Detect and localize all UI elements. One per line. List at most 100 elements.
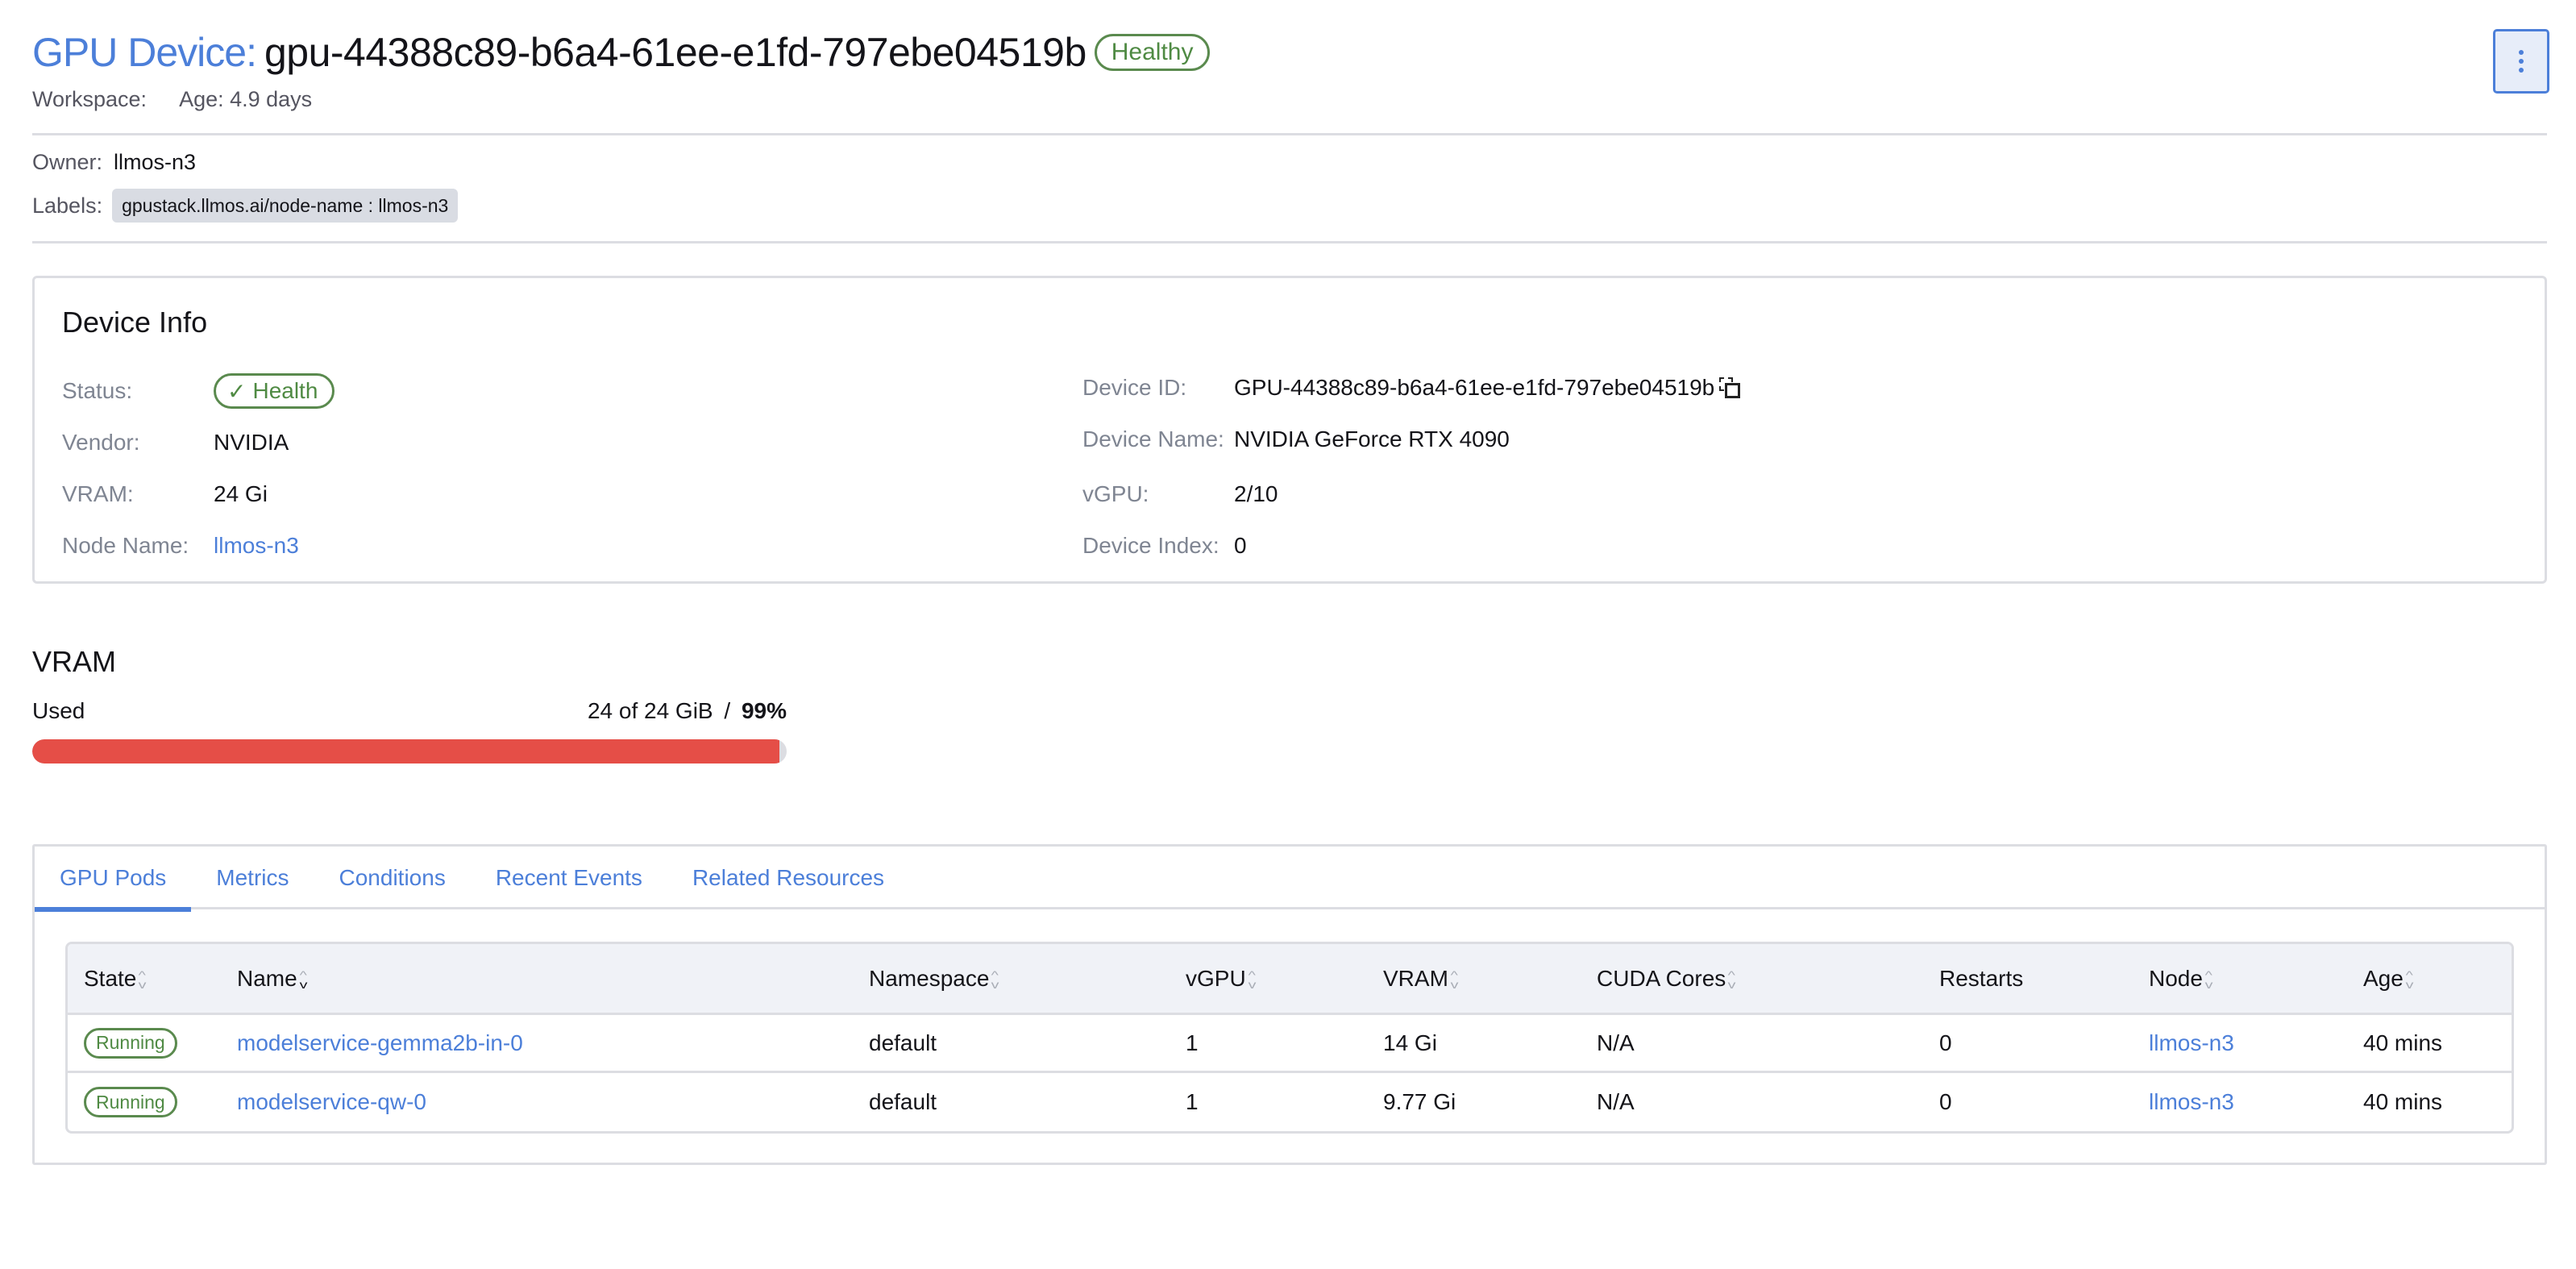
sort-icon[interactable]: ^ v [299,969,307,990]
info-row-device-name: Device Name: NVIDIA GeForce RTX 4090 [1082,410,1740,468]
vram-amount: 24 of 24 GiB [587,698,713,723]
vram-usage-text: 24 of 24 GiB / 99% [451,698,787,724]
column-header-namespace[interactable]: Namespace ^ v [853,966,1170,992]
device-name-value: NVIDIA GeForce RTX 4090 [1234,426,1510,451]
device-info-right: Device ID: GPU-44388c89-b6a4-61ee-e1fd-7… [1082,365,1741,572]
sort-icon[interactable]: ^ v [1451,969,1459,990]
tab-metrics[interactable]: Metrics [191,847,314,909]
cell-cuda-cores: N/A [1597,1030,1635,1055]
page-title-prefix: GPU Device: [32,30,257,75]
tab-bar: GPU Pods Metrics Conditions Recent Event… [35,847,2545,912]
cell-restarts: 0 [1939,1089,1952,1114]
page-title: gpu-44388c89-b6a4-61ee-e1fd-797ebe04519b [264,30,1086,75]
vram-separator: / [724,698,731,723]
cell-vram: 14 Gi [1383,1030,1437,1055]
column-label: Node [2149,965,2203,991]
info-row-device-index: Device Index: 0 [1082,520,1740,572]
vendor-value: NVIDIA [214,430,289,455]
column-label: VRAM [1383,965,1448,991]
vram-used-label: Used [32,698,85,723]
meta-row: Workspace: Age: 4.9 days [32,87,2544,112]
sort-icon[interactable]: ^ v [1248,969,1256,990]
status-value: Health [252,378,318,403]
cell-namespace: default [869,1030,937,1055]
vram-value: 24 Gi [214,481,268,506]
cell-state: Running [68,1087,221,1117]
cell-age: 40 mins [2363,1089,2443,1114]
cell-state: Running [68,1027,221,1059]
more-actions-button[interactable] [2493,29,2549,94]
device-id-value: GPU-44388c89-b6a4-61ee-e1fd-797ebe04519b [1234,375,1715,400]
workspace-label: Workspace: [32,87,147,111]
sort-icon[interactable]: ^ v [1728,969,1736,990]
vram-section-title: VRAM [32,645,117,678]
cell-vram: 9.77 Gi [1383,1089,1456,1114]
vgpu-value: 2/10 [1234,481,1278,506]
sort-icon[interactable]: ^ v [2205,969,2213,990]
owner-row: Owner: llmos-n3 [32,150,196,175]
info-label: VRAM: [62,481,134,506]
status-badge: ✓ Health [214,373,335,409]
tab-conditions[interactable]: Conditions [314,847,471,909]
device-index-value: 0 [1234,533,1247,558]
sort-icon[interactable]: ^ v [139,969,147,990]
column-header-state[interactable]: State ^ v [68,966,221,992]
vram-progress-fill [32,739,779,763]
owner-label: Owner: [32,150,103,174]
tab-recent-events[interactable]: Recent Events [471,847,667,909]
info-label: Status: [62,378,133,403]
state-badge: Running [84,1027,177,1059]
divider [32,133,2547,135]
table-row: Running modelservice-qw-0 default 1 9.77 Gi N… [68,1073,2512,1131]
labels-row: Labels: gpustack.llmos.ai/node-name : ll… [32,189,459,223]
info-label: Device Index: [1082,533,1219,558]
pod-name-link[interactable]: modelservice-qw-0 [221,1089,853,1115]
cell-age: 40 mins [2363,1030,2443,1055]
sort-icon[interactable]: ^ v [991,969,999,990]
gpu-pods-table: State ^ v Name ^ v Namespace ^ v vGPU ^ v VRAM ^ v CUDA… [65,942,2514,1134]
tab-related-resources[interactable]: Related Resources [667,847,909,909]
device-info-left: Status: ✓ Health Vendor: NVIDIA VRAM: 24… [62,365,335,572]
column-header-node[interactable]: Node ^ v [2133,966,2347,992]
column-label: vGPU [1186,965,1246,991]
device-info-title: Device Info [62,306,208,339]
info-row-node-name: Node Name: llmos-n3 [62,520,334,572]
info-label: vGPU: [1082,481,1149,506]
column-header-vgpu[interactable]: vGPU ^ v [1170,966,1367,992]
info-row-vendor: Vendor: NVIDIA [62,417,334,468]
page-header: GPU Device: gpu-44388c89-b6a4-61ee-e1fd-… [32,24,2544,112]
owner-value: llmos-n3 [114,150,197,174]
column-label: Name [237,965,297,991]
cell-cuda-cores: N/A [1597,1089,1635,1114]
check-icon: ✓ [227,378,247,404]
info-label: Device Name: [1082,426,1224,451]
copy-icon[interactable] [1719,377,1741,398]
node-link[interactable]: llmos-n3 [2133,1030,2347,1056]
column-label: State [84,965,137,991]
column-label: Restarts [1939,965,2024,991]
device-info-card: Device Info Status: ✓ Health Vendor: NVI… [32,276,2547,584]
table-header: State ^ v Name ^ v Namespace ^ v vGPU ^ v VRAM ^ v CUDA… [68,944,2512,1015]
table-row: Running modelservice-gemma2b-in-0 default 1… [68,1015,2512,1073]
age-label: Age: 4.9 days [179,87,313,111]
cell-vgpu: 1 [1186,1089,1199,1114]
info-label: Device ID: [1082,375,1187,400]
info-label: Node Name: [62,533,189,558]
detail-tabs-card: GPU Pods Metrics Conditions Recent Event… [32,844,2547,1165]
tab-gpu-pods[interactable]: GPU Pods [35,847,192,912]
column-header-vram[interactable]: VRAM ^ v [1367,966,1581,992]
column-header-age[interactable]: Age ^ v [2347,966,2512,992]
vram-progress-bar [32,739,787,763]
column-header-restarts: Restarts [1923,966,2133,992]
pod-name-link[interactable]: modelservice-gemma2b-in-0 [221,1030,853,1056]
column-label: Namespace [869,965,990,991]
column-header-cuda-cores[interactable]: CUDA Cores ^ v [1581,966,1923,992]
node-link[interactable]: llmos-n3 [2133,1089,2347,1115]
column-header-name[interactable]: Name ^ v [221,966,853,992]
more-vertical-icon [2519,50,2524,73]
cell-namespace: default [869,1089,937,1114]
labels-label: Labels: [32,193,103,218]
column-label: CUDA Cores [1597,965,1726,991]
sort-icon[interactable]: ^ v [2405,969,2413,990]
node-name-link[interactable]: llmos-n3 [214,533,299,559]
